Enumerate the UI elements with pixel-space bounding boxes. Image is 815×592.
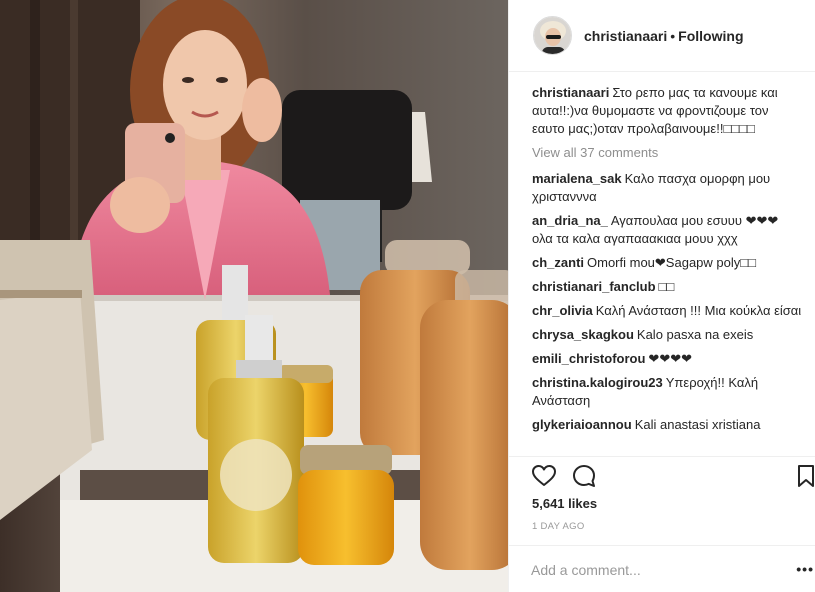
header-separator: • xyxy=(670,27,676,44)
comment-username[interactable]: emili_christoforou xyxy=(532,351,645,366)
list-item: marialena_sak Καλο πασχα ομορφη μου χριστ… xyxy=(532,170,802,206)
comment-text: Καλή Ανάσταση !!! Μια κούκλα είσαι xyxy=(595,303,802,318)
comment-username[interactable]: christina.kalogirou23 xyxy=(532,375,663,390)
comment-text: Omorfi mou❤Sagapw poly□□ xyxy=(587,255,756,270)
comment-text: □□ xyxy=(658,279,675,294)
comment-username[interactable]: chrysa_skagkou xyxy=(532,327,634,342)
avatar[interactable] xyxy=(533,16,572,55)
comment-username[interactable]: chr_olivia xyxy=(532,303,593,318)
more-options-button[interactable]: ••• xyxy=(796,561,814,577)
post-header: christianaari • Following xyxy=(509,0,815,72)
comment-username[interactable]: glykeriaioannou xyxy=(532,417,632,432)
comment-text: Kalo pasxa na exeis xyxy=(636,327,754,342)
comment-username[interactable]: christianari_fanclub xyxy=(532,279,656,294)
comment-text: Kali anastasi xristiana xyxy=(634,417,761,432)
comment-text: ❤❤❤❤ xyxy=(648,351,692,366)
header-text: christianaari • Following xyxy=(584,28,744,44)
comment-username[interactable]: marialena_sak xyxy=(532,171,622,186)
list-item: chrysa_skagkou Kalo pasxa na exeis xyxy=(532,326,802,344)
action-bar xyxy=(509,456,815,496)
post-photo[interactable] xyxy=(0,0,508,592)
comments-list[interactable]: christianaari Στο ρεπο μας τα κανουμε και… xyxy=(532,84,802,454)
comment-username[interactable]: an_dria_na_ xyxy=(532,213,608,228)
likes-count[interactable]: 5,641 likes xyxy=(532,496,597,511)
list-item: chr_olivia Καλή Ανάσταση !!! Μια κούκλα ε… xyxy=(532,302,802,320)
list-item: christina.kalogirou23 Υπεροχή!! Καλή Ανάσ… xyxy=(532,374,802,410)
list-item: christianari_fanclub □□ xyxy=(532,278,802,296)
photo-image xyxy=(0,0,508,592)
caption-username[interactable]: christianaari xyxy=(532,85,609,100)
comment-input[interactable] xyxy=(531,560,761,580)
bookmark-icon[interactable] xyxy=(793,463,815,489)
list-item: emili_christoforou ❤❤❤❤ xyxy=(532,350,802,368)
heart-icon[interactable] xyxy=(531,463,557,489)
follow-status-button[interactable]: Following xyxy=(678,28,743,44)
post-caption: christianaari Στο ρεπο μας τα κανουμε και… xyxy=(532,84,802,138)
avatar-image xyxy=(534,17,571,54)
list-item: ch_zanti Omorfi mou❤Sagapw poly□□ xyxy=(532,254,802,272)
list-item: glykeriaioannou Kali anastasi xristiana xyxy=(532,416,802,434)
speech-bubble-icon[interactable] xyxy=(571,463,597,489)
add-comment-bar: ••• xyxy=(509,545,815,592)
post-timestamp[interactable]: 1 DAY AGO xyxy=(532,521,585,532)
post-side-panel: christianaari • Following christianaari Στο… xyxy=(508,0,815,592)
view-all-comments-link[interactable]: View all 37 comments xyxy=(532,144,802,162)
comment-username[interactable]: ch_zanti xyxy=(532,255,584,270)
list-item: an_dria_na_ Αγαπουλαα μου εσυυυ ❤❤❤ ολα τ… xyxy=(532,212,802,248)
header-username[interactable]: christianaari xyxy=(584,28,667,44)
